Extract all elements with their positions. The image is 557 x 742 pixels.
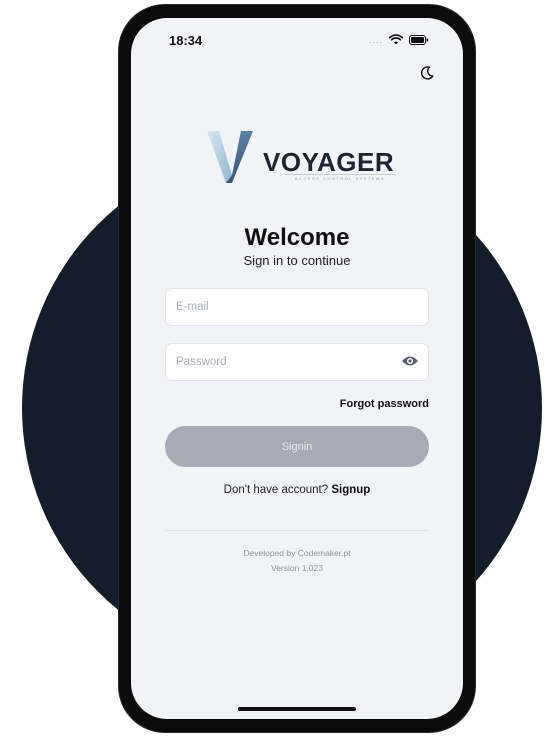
eye-icon [401, 354, 419, 372]
password-input[interactable] [166, 344, 428, 380]
signup-link[interactable]: Signup [331, 484, 370, 496]
password-field[interactable] [165, 343, 429, 381]
theme-toggle-button[interactable] [415, 63, 439, 87]
phone-frame: 18:34 .... VOYAGER ACCESS CONTROL SYSTEM… [119, 5, 475, 732]
wifi-icon [389, 34, 403, 45]
version-text: Version 1.023 [271, 563, 323, 573]
app-screen: 18:34 .... VOYAGER ACCESS CONTROL SYSTEM… [131, 18, 463, 719]
footer-divider [165, 530, 429, 531]
email-field[interactable] [165, 288, 429, 326]
welcome-subtitle: Sign in to continue [243, 253, 351, 268]
show-password-button[interactable] [400, 353, 420, 373]
voyager-logo-mark [205, 129, 255, 190]
moon-icon [419, 65, 435, 86]
welcome-title: Welcome [244, 224, 350, 251]
status-bar-time: 18:34 [169, 33, 203, 48]
voyager-logo: VOYAGER ACCESS CONTROL SYSTEMS [205, 129, 405, 187]
signup-row: Don't have account? Signup [131, 484, 463, 496]
battery-icon [409, 34, 429, 45]
email-input[interactable] [166, 289, 428, 325]
home-indicator [238, 707, 356, 711]
forgot-password-link[interactable]: Forgot password [340, 398, 429, 410]
signin-button[interactable]: Signin [165, 426, 429, 467]
logo-tagline: ACCESS CONTROL SYSTEMS [285, 174, 395, 181]
signal-icon: .... [368, 34, 383, 45]
status-bar-icons: .... [369, 34, 429, 45]
signup-prompt: Don't have account? [223, 484, 329, 496]
developer-credit: Developed by Codemaker.pt [243, 548, 351, 558]
